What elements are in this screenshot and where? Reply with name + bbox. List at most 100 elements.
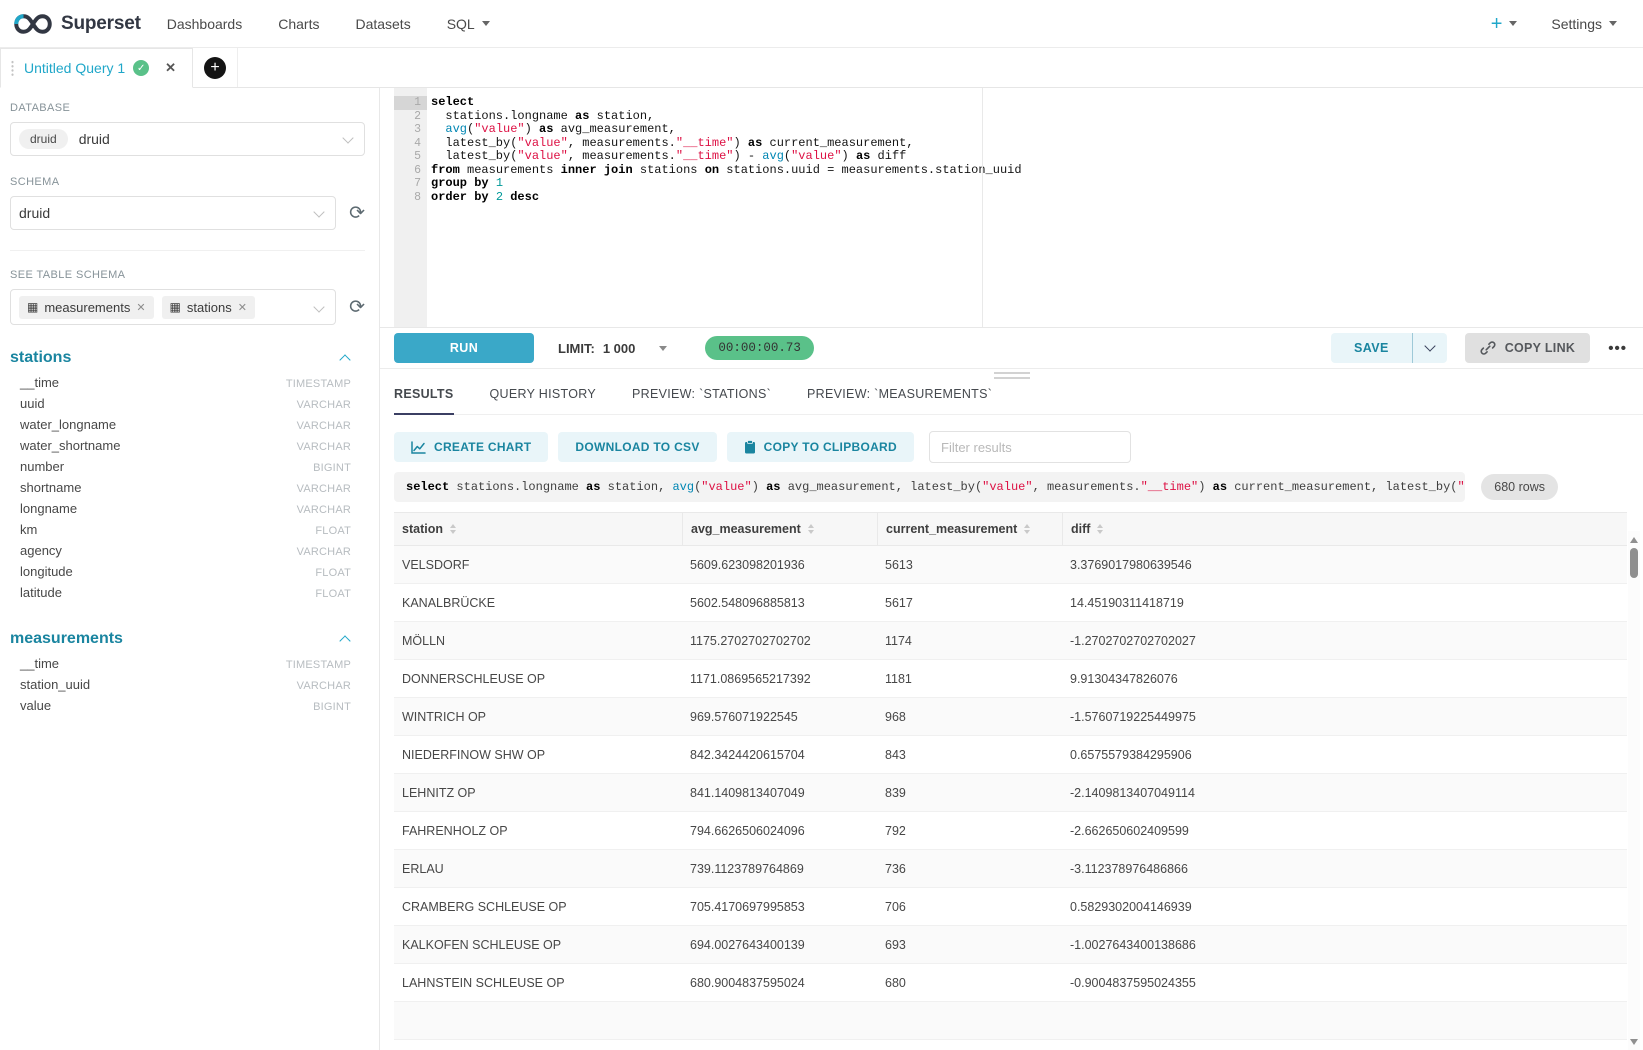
sql-token: ) [733,136,747,150]
database-select[interactable]: druid druid [10,122,365,156]
table-cell: 5602.548096885813 [682,596,877,610]
row-count-badge: 680 rows [1481,474,1558,500]
sort-icon[interactable] [1097,524,1103,534]
save-button[interactable]: SAVE [1331,333,1412,363]
schema-select[interactable]: druid [10,196,336,230]
column-row: latitudeFLOAT [10,585,365,606]
table-row[interactable]: FAHRENHOLZ OP794.6626506024096792-2.6626… [394,812,1627,850]
table-name[interactable]: stations [10,349,71,367]
results-pane: RESULTS QUERY HISTORY PREVIEW: `STATIONS` P… [380,368,1643,1050]
table-select[interactable]: ▦measurements✕ ▦stations✕ [10,289,336,325]
table-row[interactable]: CRAMBERG SCHLEUSE OP705.4170697995853706… [394,888,1627,926]
table-row[interactable]: MÖLLN1175.27027027027021174-1.2702702702… [394,622,1627,660]
sql-token: desc [510,190,539,204]
more-options-button[interactable]: ••• [1608,340,1627,357]
tab-untitled-query[interactable]: Untitled Query 1 ✓ ✕ [0,48,193,88]
table-cell: KALKOFEN SCHLEUSE OP [394,938,682,952]
table-name[interactable]: measurements [10,630,123,648]
code-line: order by 2 desc [431,191,1022,205]
superset-logo[interactable]: Superset [14,13,141,35]
column-header-diff[interactable]: diff [1062,513,1627,545]
code-line: stations.longname as station, [431,110,1022,124]
column-header-label: diff [1071,522,1090,536]
table-row[interactable]: LAHNSTEIN SCHLEUSE OP680.900483759502468… [394,964,1627,1002]
sql-token: join [604,163,633,177]
limit-value: 1 000 [603,341,636,356]
table-row[interactable]: KANALBRÜCKE5602.548096885813561714.45190… [394,584,1627,622]
results-tab-preview-measurements[interactable]: PREVIEW: `MEASUREMENTS` [807,387,992,414]
scrollbar-thumb[interactable] [1630,548,1638,578]
column-header-current_measurement[interactable]: current_measurement [877,513,1062,545]
sql-token [431,122,445,136]
editor-code[interactable]: select stations.longname as station, avg… [427,88,1022,327]
table-cell: 5609.623098201936 [682,558,877,572]
drag-dots-icon[interactable] [11,60,14,77]
table-chip-measurements[interactable]: ▦measurements✕ [19,296,154,319]
table-cell: 841.1409813407049 [682,786,877,800]
new-menu-button[interactable]: + [1491,14,1518,34]
chevron-up-icon[interactable] [339,354,350,365]
table-chip-stations[interactable]: ▦stations✕ [162,296,255,319]
table-row[interactable]: DONNERSCHLEUSE OP1171.086956521739211819… [394,660,1627,698]
nav-item-charts[interactable]: Charts [278,16,319,32]
column-name: __time [20,375,59,390]
chevron-up-icon[interactable] [339,635,350,646]
column-name: water_shortname [20,438,120,453]
table-row[interactable]: NIEDERFINOW SHW OP842.34244206157048430.… [394,736,1627,774]
table-row[interactable]: ERLAU739.1123789764869736-3.112378976486… [394,850,1627,888]
refresh-schemas-icon[interactable]: ⟳ [349,204,365,223]
results-scrollbar[interactable] [1628,531,1640,1050]
sort-icon[interactable] [1024,524,1030,534]
nav-item-sql[interactable]: SQL [447,16,490,32]
close-tab-icon[interactable]: ✕ [165,60,176,76]
results-tab-query-history[interactable]: QUERY HISTORY [490,387,596,414]
chevron-down-icon [313,301,324,312]
table-cell: -3.112378976486866 [1062,862,1627,876]
sort-icon[interactable] [808,524,814,534]
limit-dropdown[interactable]: LIMIT: 1 000 [558,341,667,356]
sql-token [597,163,604,177]
superset-infinity-icon [14,13,52,35]
settings-menu[interactable]: Settings [1551,16,1617,32]
line-number: 4 [394,137,427,151]
add-tab-button[interactable]: + [193,48,238,87]
column-header-station[interactable]: station [394,513,682,545]
table-cell: 0.6575579384295906 [1062,748,1627,762]
column-row: longnameVARCHAR [10,501,365,522]
sort-down-icon [1097,530,1103,534]
sql-editor[interactable]: 12345678 select stations.longname as sta… [380,88,1643,328]
sql-token: "value" [1457,480,1465,494]
filter-results-input[interactable] [929,431,1131,463]
nav-item-datasets[interactable]: Datasets [355,16,410,32]
column-header-avg_measurement[interactable]: avg_measurement [682,513,877,545]
table-cell: 843 [877,748,1062,762]
column-name: value [20,698,51,713]
column-row: water_shortnameVARCHAR [10,438,365,459]
table-row[interactable]: KALKOFEN SCHLEUSE OP694.0027643400139693… [394,926,1627,964]
run-button[interactable]: RUN [394,333,534,363]
save-dropdown-button[interactable] [1413,333,1447,363]
code-line: latest_by("value", measurements."__time"… [431,150,1022,164]
remove-chip-icon[interactable]: ✕ [238,301,247,314]
sql-token: , measurements. [568,149,676,163]
results-tab-results[interactable]: RESULTS [394,387,454,414]
table-row[interactable]: LEHNITZ OP841.1409813407049839-2.1409813… [394,774,1627,812]
copy-link-button[interactable]: COPY LINK [1465,333,1591,363]
table-row[interactable]: VELSDORF5609.62309820193656133.376901798… [394,546,1627,584]
download-csv-button[interactable]: DOWNLOAD TO CSV [558,432,716,462]
query-timer: 00:00:00.73 [705,336,814,360]
table-cell: -0.9004837595024355 [1062,976,1627,990]
scroll-down-icon[interactable] [1630,1039,1638,1045]
pane-resize-handle[interactable] [994,372,1030,379]
create-chart-label: CREATE CHART [434,440,531,454]
results-tab-preview-stations[interactable]: PREVIEW: `STATIONS` [632,387,771,414]
table-row[interactable]: WINTRICH OP969.576071922545968-1.5760719… [394,698,1627,736]
column-name: number [20,459,64,474]
scroll-up-icon[interactable] [1630,537,1638,543]
remove-chip-icon[interactable]: ✕ [136,301,145,314]
refresh-tables-icon[interactable]: ⟳ [349,298,365,317]
create-chart-button[interactable]: CREATE CHART [394,432,548,462]
nav-item-dashboards[interactable]: Dashboards [167,16,243,32]
sort-icon[interactable] [450,524,456,534]
copy-clipboard-button[interactable]: COPY TO CLIPBOARD [727,432,914,462]
